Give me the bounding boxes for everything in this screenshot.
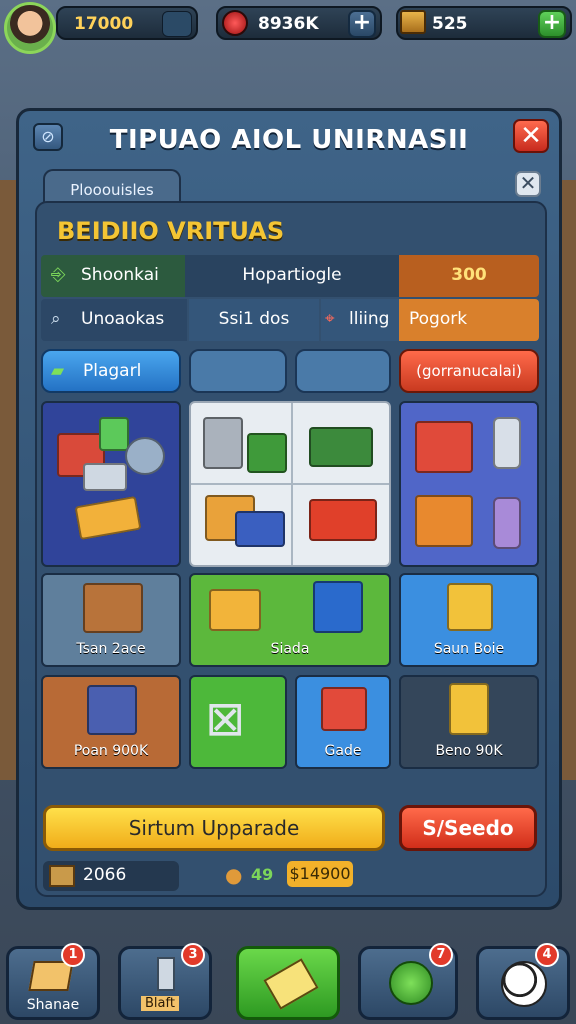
box-icon [447,583,493,631]
info-cell-shopkeeper: ⎆ Shoonkai [41,255,185,297]
tile-label: Poan 900K [73,743,149,759]
info-cell-cost: Ssi1 dos [189,299,319,341]
cash-value: 17000 [74,14,134,34]
cash-counter: 17000 [56,6,198,40]
nav-shop-button[interactable]: Shanae 1 [6,943,100,1020]
soccer-ball-icon [501,961,547,1007]
section-subtitle: BEIDIIO VRITUAS [57,217,285,245]
juice-pack-icon [449,683,489,735]
notification-badge: 7 [429,943,453,967]
shopping-cart-tile[interactable]: ⊠ [189,675,287,769]
gems-counter: 8936K + [216,6,382,40]
footer-mid-value: 49 [251,865,274,884]
ticket-icon [74,495,142,541]
crate-icon [49,865,75,887]
placard-button[interactable]: ▰ Plagarl [41,349,181,393]
system-upgrade-button[interactable]: Sirtum Upparade [43,805,385,851]
player-avatar[interactable] [4,2,56,54]
grid-divider [191,483,389,485]
info-cell-upgrades: ⌕ Unoaokas [41,299,187,341]
notification-badge: 4 [535,943,559,967]
cart-icon [87,685,137,735]
info-cell-label: Shoonkai [81,265,159,285]
footer-price: $14900 [287,861,353,887]
tissue-box-icon [321,687,367,731]
stock-counter: 525 + [396,6,572,40]
top-hud: 17000 8936K + 525 + [0,0,576,54]
nav-main-button[interactable] [236,946,340,1020]
empty-slot[interactable] [189,349,287,393]
can-icon [493,497,521,549]
box-icon [313,581,363,633]
add-stock-button[interactable]: + [538,10,566,38]
snack-box-icon[interactable] [309,499,377,541]
drop-icon: ● [225,863,243,887]
gormanual-button[interactable]: (gorranucalai) [399,349,539,393]
tray-icon [209,589,261,631]
product-tile[interactable]: Saun Boie [399,573,539,667]
product-tile[interactable]: Beno 90K [399,675,539,769]
box-count-value: 2066 [83,865,127,885]
info-cell-label: Unoaokas [81,309,165,329]
magnifier-icon: ⌕ [51,309,61,329]
juice-pack-icon [415,495,473,547]
add-gems-button[interactable]: + [348,10,376,38]
tile-label: Saun Boie [433,641,505,657]
box-icon [99,417,129,451]
tile-label: Tsan 2ace [76,641,146,657]
info-cell-location: ⌖ lliing [321,299,399,341]
tile-label: Gade [324,743,362,759]
sell-button[interactable]: S/Seedo [399,805,537,851]
placard-label: Plagarl [83,361,142,381]
can-icon [493,417,521,469]
product-tile[interactable] [41,401,181,567]
product-grid [189,401,391,567]
bucket-icon [125,437,165,475]
tag-icon [263,958,319,1010]
pin-icon: ⌖ [325,309,335,329]
close-panel-button[interactable]: ✕ [513,119,549,153]
chat-bubble-icon [389,961,433,1005]
juice-pack-icon[interactable] [235,511,285,547]
info-cell-report: Pogork [399,299,539,341]
nav-build-button[interactable]: Blaft 3 [118,943,212,1020]
box-count: 2066 [43,861,179,891]
info-cell-label: lliing [349,309,390,329]
nav-events-button[interactable]: 4 [476,943,570,1020]
nav-label: Blaft [141,996,179,1011]
soda-pack-icon [415,421,473,473]
shop-icon: ⎆ [51,264,66,285]
tool-icon [157,957,175,991]
product-tile-selected[interactable]: Siada [189,573,391,667]
gems-value: 8936K [258,14,319,34]
phone-box-icon[interactable] [203,417,243,469]
stock-value: 525 [432,14,468,34]
nav-chat-button[interactable]: 7 [358,943,458,1020]
upgrade-panel: ⊘ TIPUAO AIOL UNIRNASII ✕ Plooouisles ✕ … [16,108,562,910]
crate-icon [400,10,426,34]
nav-label: Shanae [26,997,80,1013]
gem-icon [222,10,248,36]
ticket-icon: ▰ [51,361,65,381]
bottle-crate-icon[interactable] [247,433,287,473]
product-tile[interactable] [399,401,539,567]
close-tab-button[interactable]: ✕ [515,171,541,197]
product-tile[interactable]: Poan 900K [41,675,181,769]
tile-label: Siada [270,641,310,657]
product-tile[interactable]: Gade [295,675,391,769]
info-cell-header: Hopartiogle [185,255,399,297]
cash-slot [162,11,192,37]
crate-icon [83,583,143,633]
notification-badge: 3 [181,943,205,967]
tile-label: Beno 90K [435,743,503,759]
info-cell-value: 300 [399,255,539,297]
notification-badge: 1 [61,943,85,967]
green-crate-icon[interactable] [309,427,373,467]
tray-icon [83,463,127,491]
product-tile[interactable]: Tsan 2ace [41,573,181,667]
panel-title: TIPUAO AIOL UNIRNASII [109,125,469,155]
empty-slot[interactable] [295,349,391,393]
shopping-cart-icon: ⊠ [205,691,246,747]
